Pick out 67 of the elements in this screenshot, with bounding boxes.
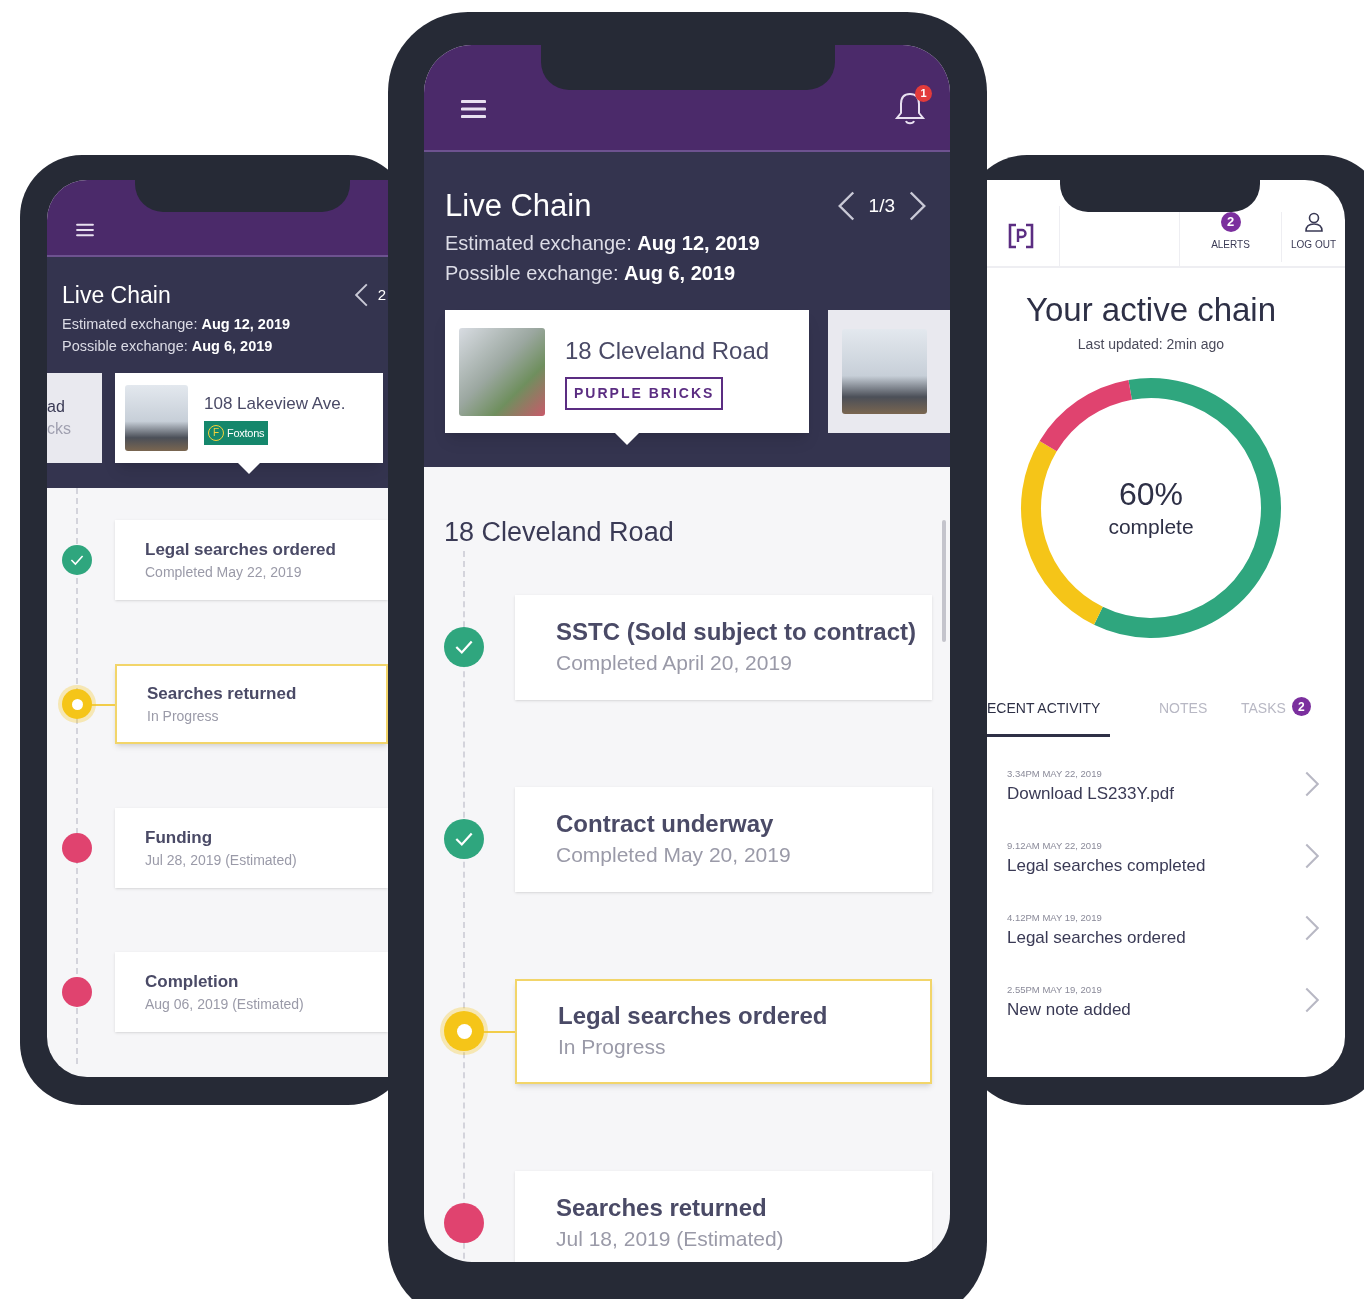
chain-title: Live Chain (445, 187, 592, 225)
section-title: 18 Cleveland Road (443, 516, 675, 549)
activity-item[interactable]: 9.12AM MAY 22, 2019 Legal searches completed (1007, 839, 1319, 911)
milestone-status: Jul 18, 2019 (Estimated) (556, 1226, 785, 1252)
tab-label: ECENT ACTIVITY (987, 699, 1101, 718)
milestone-title: SSTC (Sold subject to contract) (556, 617, 918, 647)
card-text: cks (47, 419, 71, 439)
milestone-status: Jul 28, 2019 (Estimated) (145, 851, 298, 870)
milestone-title: Searches returned (556, 1193, 768, 1223)
milestone-card[interactable]: Searches returned In Progress (115, 664, 388, 744)
card-text: ad (47, 397, 66, 417)
possible-exchange: Possible exchange: Aug 6, 2019 (62, 337, 274, 356)
property-address: 18 Cleveland Road (565, 336, 770, 366)
activity-time: 9.12AM MAY 22, 2019 (1007, 839, 1103, 853)
tab[interactable]: TASKS 2 (1241, 698, 1311, 737)
possible-exchange: Possible exchange: Aug 6, 2019 (445, 261, 737, 286)
milestone-card[interactable]: Completion Aug 06, 2019 (Estimated) (115, 952, 388, 1032)
page-indicator: 1/3 (868, 193, 895, 218)
milestone-title: Legal searches ordered (145, 539, 337, 561)
count-badge: 2 (1291, 697, 1311, 716)
milestone-card[interactable]: Legal searches ordered In Progress (515, 978, 932, 1084)
milestone-status: In Progress (147, 707, 220, 726)
activity-title: Legal searches ordered (1007, 927, 1186, 949)
activity-item[interactable]: 2.55PM MAY 19, 2019 New note added (1007, 983, 1319, 1055)
property-address: 108 Lakeview Ave. (204, 393, 346, 416)
page-title: Your active chain (1025, 290, 1277, 330)
estimated-exchange: Estimated exchange: Aug 12, 2019 (445, 231, 761, 256)
progress-percent: 60% (1118, 475, 1183, 513)
activity-title: Download LS233Y.pdf (1007, 783, 1174, 805)
tab-label: TASKS (1241, 699, 1286, 718)
tab-label: NOTES (1159, 699, 1208, 718)
logo-text: Foxtons (227, 425, 265, 441)
milestone-title: Completion (145, 971, 240, 993)
last-updated: Last updated: 2min ago (1077, 335, 1225, 354)
milestone-title: Searches returned (147, 683, 298, 705)
activity-time: 4.12PM MAY 19, 2019 (1007, 911, 1103, 925)
activity-title: New note added (1007, 999, 1131, 1021)
alert-badge[interactable]: 2 (1220, 212, 1241, 232)
notification-badge: 1 (915, 84, 932, 102)
property-card[interactable]: 108 Lakeview Ave. F Foxtons (115, 373, 383, 463)
milestone-card[interactable]: Funding Jul 28, 2019 (Estimated) (115, 808, 388, 888)
milestone-card[interactable]: Searches returned Jul 18, 2019 (Estimated) (515, 1170, 932, 1262)
estimated-exchange: Estimated exchange: Aug 12, 2019 (62, 315, 292, 334)
milestone-status: Aug 06, 2019 (Estimated) (145, 995, 305, 1014)
milestone-title: Contract underway (556, 809, 775, 839)
property-card[interactable]: ad cks (47, 373, 102, 463)
activity-item[interactable]: 3.34PM MAY 22, 2019 Download LS233Y.pdf (1007, 767, 1319, 839)
milestone-status: Completed May 20, 2019 (556, 842, 792, 868)
progress-caption: complete (1108, 514, 1194, 540)
milestone-status: Completed April 20, 2019 (556, 650, 793, 676)
activity-time: 3.34PM MAY 22, 2019 (1007, 767, 1103, 781)
page-indicator: 2 (377, 284, 386, 305)
activity-time: 2.55PM MAY 19, 2019 (1007, 983, 1103, 997)
milestone-card[interactable]: Legal searches ordered Completed May 22, 2019 (115, 520, 388, 600)
milestone-title: Funding (145, 827, 214, 849)
agent-logo: PURPLE BRICKS (565, 377, 724, 410)
milestone-card[interactable]: SSTC (Sold subject to contract) Completed April 20, 2019 (515, 594, 932, 700)
logout-button[interactable]: LOG OUT (1291, 237, 1336, 252)
alerts-label[interactable]: ALERTS (1211, 237, 1250, 252)
activity-title: Legal searches completed (1007, 855, 1206, 877)
chain-title: Live Chain (62, 281, 171, 310)
property-card[interactable]: 18 Cleveland Road PURPLE BRICKS (445, 310, 809, 433)
milestone-card[interactable]: Contract underway Completed May 20, 2019 (515, 786, 932, 892)
milestone-title: Legal searches ordered (558, 1001, 829, 1031)
milestone-status: In Progress (558, 1034, 667, 1060)
activity-item[interactable]: 4.12PM MAY 19, 2019 Legal searches ordered (1007, 911, 1319, 983)
milestone-status: Completed May 22, 2019 (145, 563, 303, 582)
